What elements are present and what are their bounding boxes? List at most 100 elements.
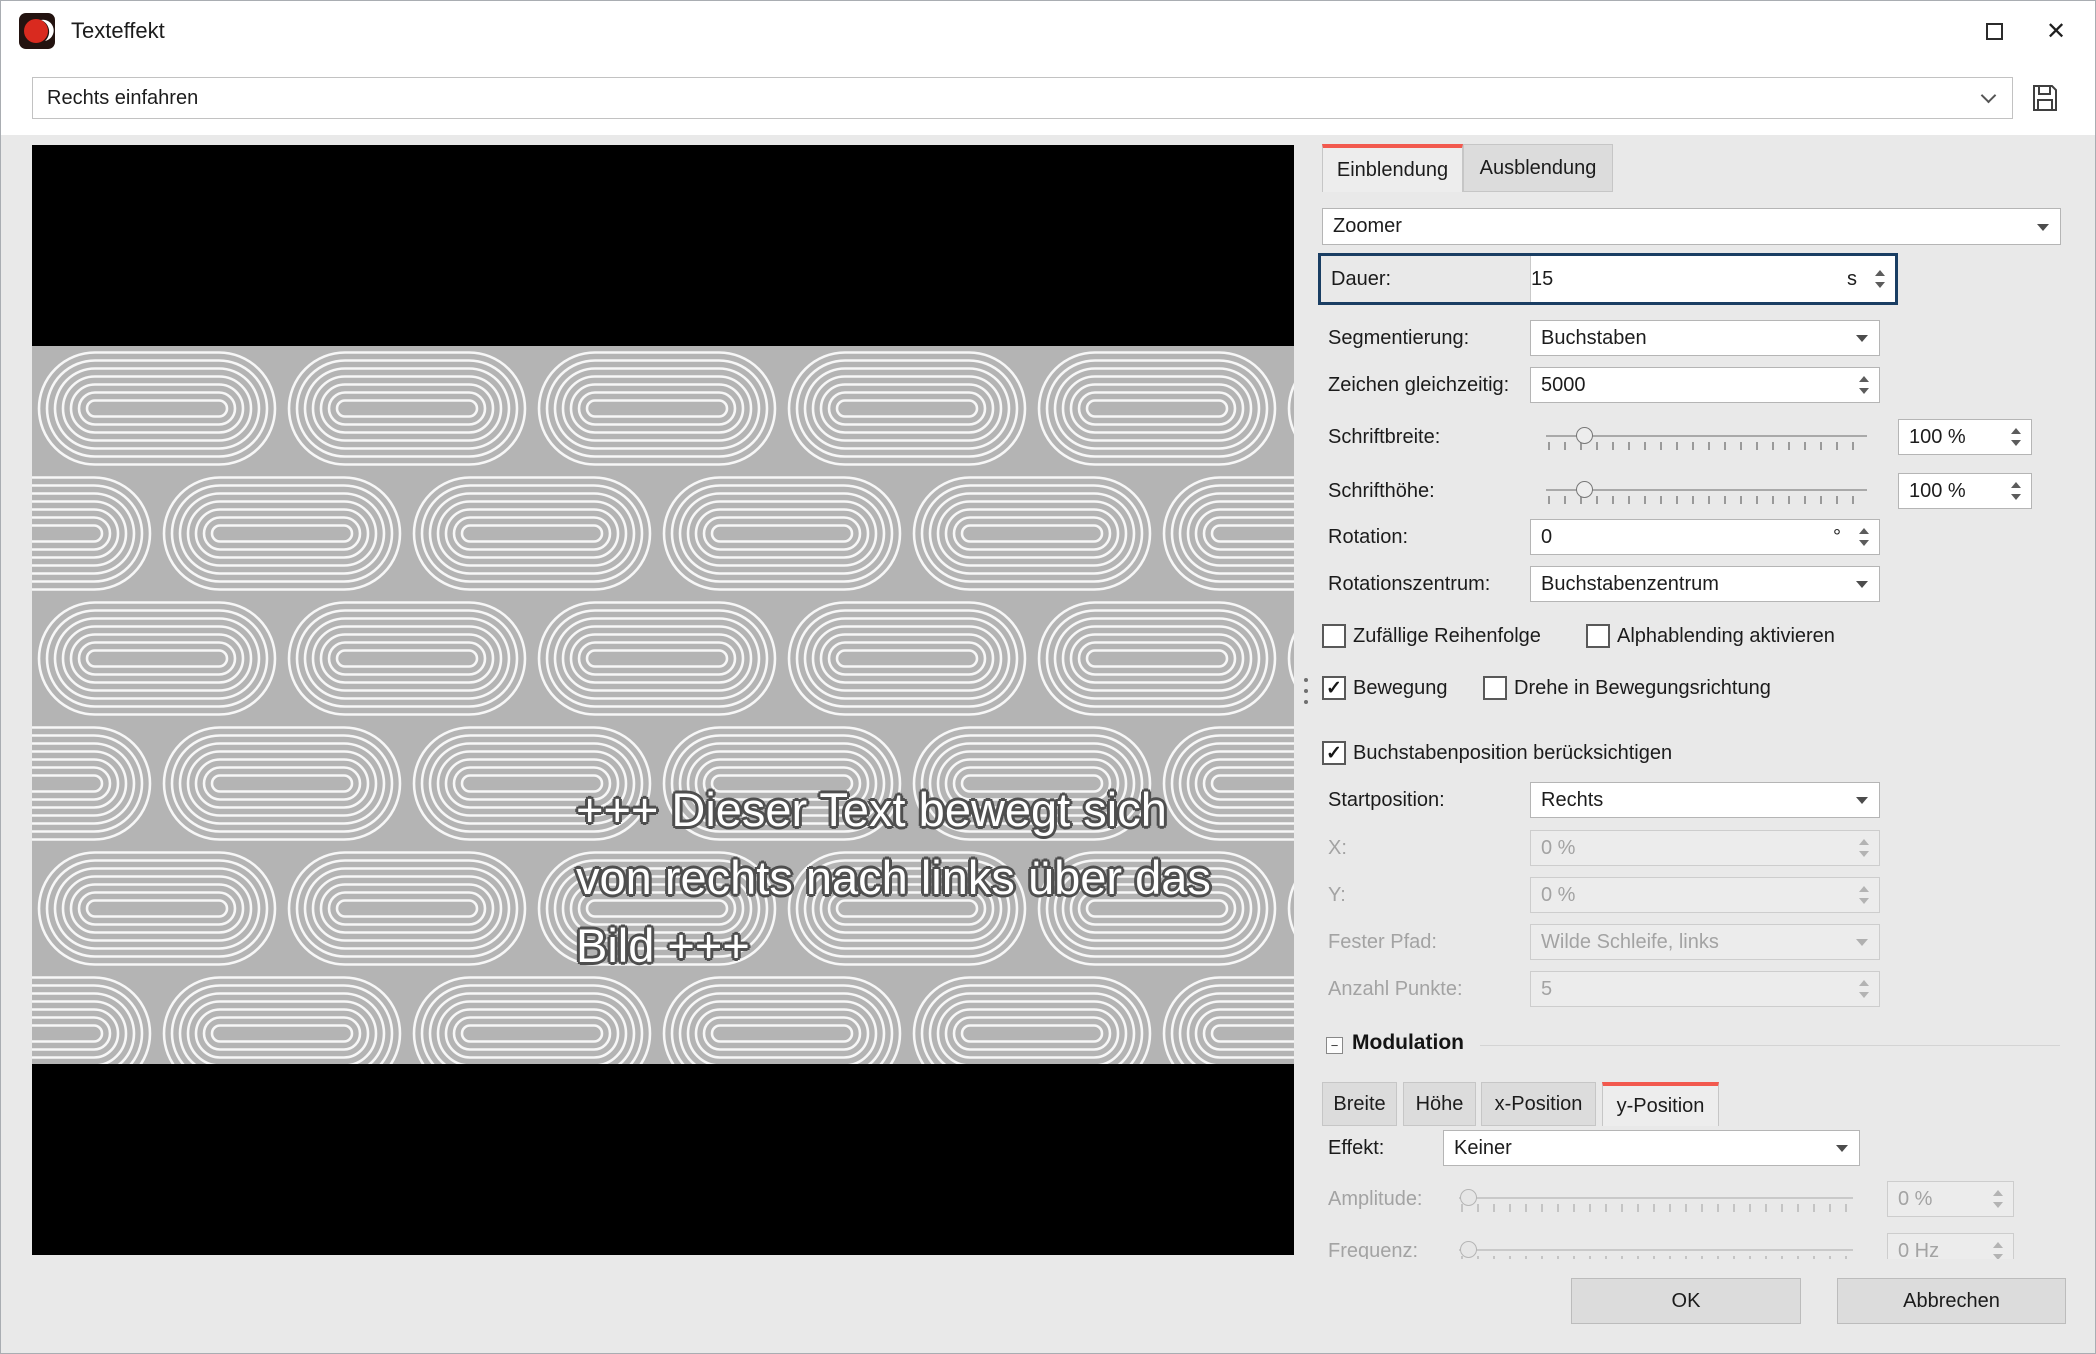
x-label: X: [1328,837,1347,859]
panel-splitter-handle[interactable] [1301,669,1311,713]
segmentierung-dropdown[interactable]: Buchstaben [1530,320,1880,356]
x-spinbox: 0 % [1530,830,1880,866]
ok-button-label: OK [1671,1289,1701,1312]
zeichen-spinbox[interactable]: 5000 [1530,367,1880,403]
spin-up-button[interactable] [1859,376,1869,382]
preview-image-band: +++ Dieser Text bewegt sich von rechts n… [32,346,1294,1064]
slider-track [1459,1249,1853,1251]
spin-down-button [1859,898,1869,904]
schrifthoehe-spinbox[interactable]: 100 % [1898,473,2032,509]
dauer-unit: s [1847,267,1857,290]
chevron-down-icon [1856,939,1868,946]
schriftbreite-spinbox[interactable]: 100 % [1898,419,2032,455]
tab-ausblendung[interactable]: Ausblendung [1463,144,1613,192]
drehe-checkbox[interactable]: ✓ [1483,676,1507,700]
alphablending-checkbox[interactable]: ✓ [1586,624,1610,648]
tab-hoehe[interactable]: Höhe [1403,1082,1476,1126]
minus-icon: − [1330,1038,1339,1053]
schrifthoehe-label: Schrifthöhe: [1328,480,1435,502]
slider-thumb[interactable] [1576,427,1593,444]
alphablending-label[interactable]: Alphablending aktivieren [1617,622,1835,650]
frequenz-value: 0 Hz [1898,1239,1940,1260]
slider-track[interactable] [1546,489,1867,491]
tab-x-position[interactable]: x-Position [1481,1082,1596,1126]
startposition-dropdown[interactable]: Rechts [1530,782,1880,818]
spin-down-button[interactable] [2011,494,2021,500]
amplitude-slider [1459,1177,1853,1221]
amplitude-value: 0 % [1898,1187,1933,1210]
buchstabenposition-label[interactable]: Buchstabenposition berücksichtigen [1353,739,1672,767]
schriftbreite-value: 100 % [1909,425,1966,448]
preview-text-line: +++ Dieser Text bewegt sich [576,783,1167,836]
modulation-collapse-button[interactable]: − [1326,1037,1343,1054]
modulation-divider [1480,1045,2060,1046]
preset-dropdown[interactable]: Rechts einfahren [32,77,2013,119]
effect-text-overlay[interactable]: +++ Dieser Text bewegt sich von rechts n… [576,776,1211,980]
buchstabenposition-checkbox[interactable]: ✓ [1322,741,1346,765]
startposition-label: Startposition: [1328,789,1445,811]
amplitude-label: Amplitude: [1328,1188,1423,1210]
spin-down-button[interactable] [2011,440,2021,446]
zeichen-label: Zeichen gleichzeitig: [1328,374,1510,396]
fester-pfad-dropdown: Wilde Schleife, links [1530,924,1880,960]
spin-up-button[interactable] [2011,482,2021,488]
spin-up-button[interactable] [1875,270,1885,276]
frequenz-label: Frequenz: [1328,1240,1419,1259]
spin-up-button[interactable] [2011,428,2021,434]
tab-einblendung[interactable]: Einblendung [1322,144,1463,192]
maximize-button[interactable] [1963,1,2025,61]
schrifthoehe-slider[interactable] [1546,469,1867,513]
rotationszentrum-value: Buchstabenzentrum [1541,572,1719,595]
y-spinner [1852,880,1876,910]
dauer-field-group: Dauer: 15 s [1318,253,1898,305]
tab-breite[interactable]: Breite [1322,1082,1397,1126]
ok-button[interactable]: OK [1571,1278,1801,1324]
cancel-button[interactable]: Abbrechen [1837,1278,2066,1324]
spin-down-button[interactable] [1875,282,1885,288]
zufaellige-reihenfolge-label[interactable]: Zufällige Reihenfolge [1353,622,1541,650]
save-preset-button[interactable] [2024,77,2066,119]
dauer-input[interactable]: 15 s [1530,256,1895,302]
checkmark-icon: ✓ [1326,742,1342,764]
tab-y-position[interactable]: y-Position [1602,1082,1719,1126]
zeichen-value: 5000 [1541,373,1586,396]
anzahl-punkte-value: 5 [1541,977,1553,1000]
rotation-unit: ° [1833,525,1841,548]
bewegung-label[interactable]: Bewegung [1353,674,1448,702]
effect-dropdown[interactable]: Zoomer [1322,208,2061,245]
dauer-value: 15 [1531,267,1554,290]
slider-track [1459,1197,1853,1199]
bewegung-checkbox[interactable]: ✓ [1322,676,1346,700]
spin-up-button [1859,980,1869,986]
save-icon [2033,85,2057,111]
drehe-label[interactable]: Drehe in Bewegungsrichtung [1514,674,1771,702]
startposition-value: Rechts [1541,788,1604,811]
spin-up-button[interactable] [1859,528,1869,534]
slider-track[interactable] [1546,435,1867,437]
fester-pfad-label: Fester Pfad: [1328,931,1437,953]
tab-label: Breite [1333,1092,1386,1115]
titlebar: Texteffekt ✕ [1,1,2095,61]
rotation-spinbox[interactable]: 0 ° [1530,519,1880,555]
rotation-value: 0 [1541,525,1553,548]
anzahl-punkte-label: Anzahl Punkte: [1328,978,1463,1000]
spin-down-button[interactable] [1859,540,1869,546]
schrifthoehe-spinner [2004,476,2028,506]
schriftbreite-slider[interactable] [1546,415,1867,459]
close-button[interactable]: ✕ [2025,1,2087,61]
zufaellige-reihenfolge-checkbox[interactable]: ✓ [1322,624,1346,648]
slider-thumb[interactable] [1576,481,1593,498]
modulation-title: Modulation [1352,1031,1464,1054]
preview-text-line: von rechts nach links über das [576,851,1211,904]
effekt-dropdown[interactable]: Keiner [1443,1130,1860,1166]
preview-text-line: Bild +++ [576,919,750,972]
spin-down-button[interactable] [1859,388,1869,394]
tab-label: Ausblendung [1479,156,1597,179]
texteffekt-dialog: Texteffekt ✕ Rechts einfahren +++ Dieser… [0,0,2096,1354]
schriftbreite-label: Schriftbreite: [1328,426,1441,448]
rotationszentrum-dropdown[interactable]: Buchstabenzentrum [1530,566,1880,602]
checkmark-icon: ✓ [1326,677,1342,699]
chevron-down-icon [1980,87,1997,103]
effekt-label: Effekt: [1328,1137,1385,1159]
window-title: Texteffekt [71,18,165,43]
